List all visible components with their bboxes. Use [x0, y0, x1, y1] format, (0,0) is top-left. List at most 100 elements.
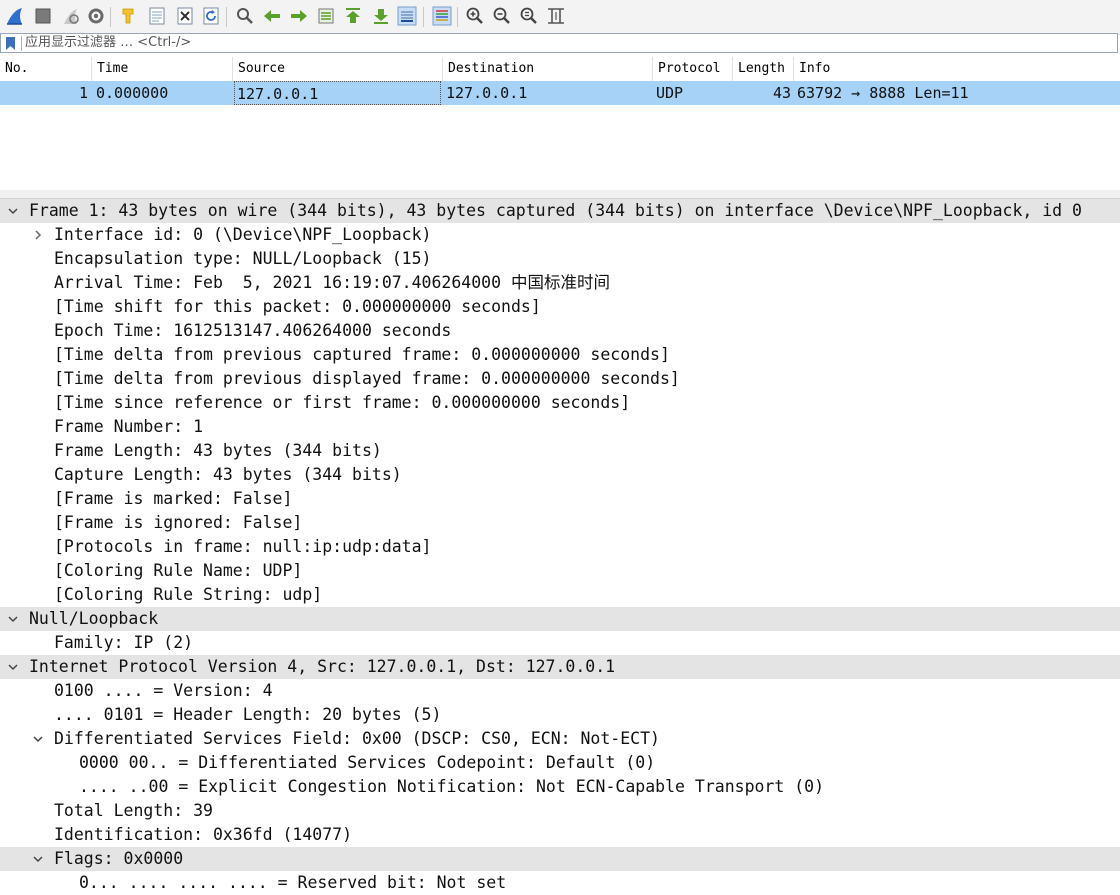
- tree-node-label: [Time shift for this packet: 0.000000000…: [54, 297, 541, 316]
- packet-row[interactable]: 1 0.000000 127.0.0.1 127.0.0.1 UDP 43 63…: [0, 81, 1120, 105]
- colorize-icon[interactable]: [432, 6, 452, 26]
- tree-node[interactable]: [Time delta from previous captured frame…: [0, 343, 1120, 367]
- tree-node[interactable]: Frame Number: 1: [0, 415, 1120, 439]
- tree-node-label: [Frame is marked: False]: [54, 489, 293, 508]
- tree-node[interactable]: 0100 .... = Version: 4: [0, 679, 1120, 703]
- tree-node-label: [Coloring Rule String: udp]: [54, 585, 323, 604]
- column-header-info[interactable]: Info: [794, 57, 1120, 81]
- chevron-down-icon[interactable]: [31, 727, 45, 751]
- tree-node[interactable]: Capture Length: 43 bytes (344 bits): [0, 463, 1120, 487]
- tree-node-label: Family: IP (2): [54, 633, 194, 652]
- packet-details-tree: Frame 1: 43 bytes on wire (344 bits), 43…: [0, 199, 1120, 893]
- reload-file-icon[interactable]: [201, 6, 221, 26]
- cell-source: 127.0.0.1: [234, 81, 441, 105]
- zoom-out-icon[interactable]: [492, 6, 512, 26]
- chevron-down-icon[interactable]: [6, 199, 20, 223]
- tree-node[interactable]: [Coloring Rule String: udp]: [0, 583, 1120, 607]
- chevron-right-icon[interactable]: [31, 223, 45, 247]
- tree-node-label: Encapsulation type: NULL/Loopback (15): [54, 249, 432, 268]
- tree-node[interactable]: .... 0101 = Header Length: 20 bytes (5): [0, 703, 1120, 727]
- tree-node[interactable]: [Frame is ignored: False]: [0, 511, 1120, 535]
- packet-list-header: No. Time Source Destination Protocol Len…: [0, 57, 1120, 82]
- packet-list: No. Time Source Destination Protocol Len…: [0, 57, 1120, 191]
- tree-node[interactable]: Total Length: 39: [0, 799, 1120, 823]
- bookmark-icon[interactable]: [4, 36, 17, 51]
- tree-node-label: 0100 .... = Version: 4: [54, 681, 273, 700]
- tree-node[interactable]: [Frame is marked: False]: [0, 487, 1120, 511]
- filter-input[interactable]: 应用显示过滤器 … <Ctrl-/>: [25, 34, 191, 52]
- tree-node[interactable]: Frame Length: 43 bytes (344 bits): [0, 439, 1120, 463]
- close-file-icon[interactable]: [175, 6, 195, 26]
- toolbar-separator: [110, 7, 111, 27]
- start-capture-icon[interactable]: [5, 6, 25, 26]
- tree-node-label: .... 0101 = Header Length: 20 bytes (5): [54, 705, 442, 724]
- column-header-length[interactable]: Length: [733, 57, 794, 81]
- tree-node-label: [Protocols in frame: null:ip:udp:data]: [54, 537, 432, 556]
- tree-node-label: Flags: 0x0000: [54, 849, 184, 868]
- resize-columns-icon[interactable]: [546, 6, 566, 26]
- tree-node-label: [Time delta from previous displayed fram…: [54, 369, 680, 388]
- normal-size-icon[interactable]: [519, 6, 539, 26]
- save-file-icon[interactable]: [147, 6, 167, 26]
- tree-node[interactable]: Interface id: 0 (\Device\NPF_Loopback): [0, 223, 1120, 247]
- cell-no: 1: [78, 84, 88, 102]
- tree-node-label: Frame Length: 43 bytes (344 bits): [54, 441, 382, 460]
- tree-node-label: 0000 00.. = Differentiated Services Code…: [79, 753, 656, 772]
- tree-node-label: 0... .... .... .... = Reserved bit: Not …: [79, 873, 507, 892]
- tree-node-label: [Time delta from previous captured frame…: [54, 345, 670, 364]
- tree-node-label: Interface id: 0 (\Device\NPF_Loopback): [54, 225, 432, 244]
- chevron-down-icon[interactable]: [6, 607, 20, 631]
- column-header-time[interactable]: Time: [92, 57, 233, 81]
- tree-node-label: Internet Protocol Version 4, Src: 127.0.…: [29, 657, 616, 676]
- tree-node[interactable]: Identification: 0x36fd (14077): [0, 823, 1120, 847]
- display-filter-bar[interactable]: 应用显示过滤器 … <Ctrl-/>: [0, 33, 1118, 53]
- restart-capture-icon[interactable]: [61, 6, 81, 26]
- tree-node[interactable]: Family: IP (2): [0, 631, 1120, 655]
- toolbar-separator: [423, 7, 424, 27]
- stop-capture-icon[interactable]: [33, 6, 53, 26]
- tree-node[interactable]: Arrival Time: Feb 5, 2021 16:19:07.40626…: [0, 271, 1120, 295]
- tree-node[interactable]: Encapsulation type: NULL/Loopback (15): [0, 247, 1120, 271]
- tree-node[interactable]: [Coloring Rule Name: UDP]: [0, 559, 1120, 583]
- open-file-icon[interactable]: [119, 6, 139, 26]
- zoom-in-icon[interactable]: [465, 6, 485, 26]
- tree-node-label: .... ..00 = Explicit Congestion Notifica…: [79, 777, 825, 796]
- tree-node[interactable]: .... ..00 = Explicit Congestion Notifica…: [0, 775, 1120, 799]
- tree-node-label: [Time since reference or first frame: 0.…: [54, 393, 631, 412]
- tree-node[interactable]: [Time since reference or first frame: 0.…: [0, 391, 1120, 415]
- tree-node[interactable]: 0000 00.. = Differentiated Services Code…: [0, 751, 1120, 775]
- auto-scroll-icon[interactable]: [397, 6, 417, 26]
- tree-node[interactable]: [Time delta from previous displayed fram…: [0, 367, 1120, 391]
- go-back-icon[interactable]: [262, 6, 282, 26]
- go-forward-icon[interactable]: [289, 6, 309, 26]
- tree-node-label: [Frame is ignored: False]: [54, 513, 303, 532]
- tree-node[interactable]: 0... .... .... .... = Reserved bit: Not …: [0, 871, 1120, 895]
- go-last-packet-icon[interactable]: [371, 6, 391, 26]
- tree-node-label: Capture Length: 43 bytes (344 bits): [54, 465, 402, 484]
- tree-node-label: Total Length: 39: [54, 801, 213, 820]
- tree-node[interactable]: Differentiated Services Field: 0x00 (DSC…: [0, 727, 1120, 751]
- column-header-source[interactable]: Source: [233, 57, 443, 81]
- tree-node[interactable]: Internet Protocol Version 4, Src: 127.0.…: [0, 655, 1120, 679]
- tree-node[interactable]: [Time shift for this packet: 0.000000000…: [0, 295, 1120, 319]
- tree-node[interactable]: Frame 1: 43 bytes on wire (344 bits), 43…: [0, 199, 1120, 223]
- main-toolbar: [0, 0, 1120, 35]
- tree-node-label: Epoch Time: 1612513147.406264000 seconds: [54, 321, 452, 340]
- capture-options-icon[interactable]: [86, 6, 106, 26]
- tree-node[interactable]: [Protocols in frame: null:ip:udp:data]: [0, 535, 1120, 559]
- column-header-destination[interactable]: Destination: [443, 57, 653, 81]
- find-packet-icon[interactable]: [235, 6, 255, 26]
- tree-node[interactable]: Null/Loopback: [0, 607, 1120, 631]
- tree-node[interactable]: Flags: 0x0000: [0, 847, 1120, 871]
- column-header-no[interactable]: No.: [0, 57, 92, 81]
- chevron-down-icon[interactable]: [6, 655, 20, 679]
- chevron-down-icon[interactable]: [31, 847, 45, 871]
- go-to-packet-icon[interactable]: [316, 6, 336, 26]
- column-header-protocol[interactable]: Protocol: [653, 57, 733, 81]
- tree-node-label: Frame Number: 1: [54, 417, 204, 436]
- tree-node-label: Frame 1: 43 bytes on wire (344 bits), 43…: [29, 201, 1082, 220]
- go-first-packet-icon[interactable]: [343, 6, 363, 26]
- toolbar-separator: [226, 7, 227, 27]
- pane-splitter[interactable]: [0, 190, 1120, 199]
- tree-node[interactable]: Epoch Time: 1612513147.406264000 seconds: [0, 319, 1120, 343]
